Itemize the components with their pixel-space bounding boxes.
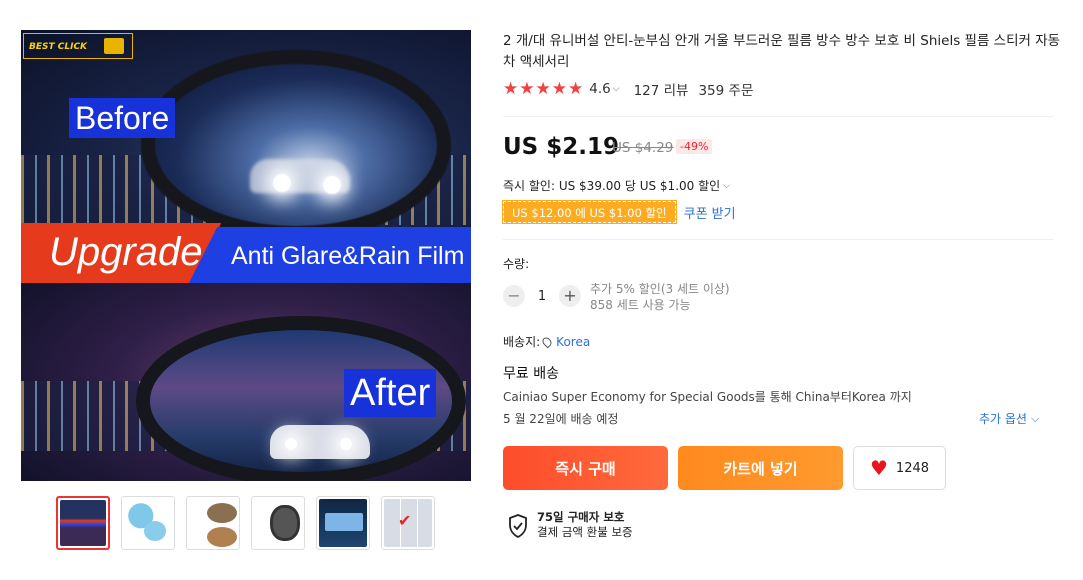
delivery-estimate: 5 월 22일에 배송 예정 [503, 412, 619, 426]
buy-now-button[interactable]: 즉시 구매 [503, 446, 668, 490]
decrease-quantity-button[interactable]: − [503, 285, 525, 307]
star-icon: ★ [535, 79, 551, 99]
quantity-info: 추가 5% 할인(3 세트 이상) 858 세트 사용 가능 [590, 281, 730, 313]
star-icon: ★ [551, 79, 567, 99]
chevron-down-icon: ⌵ [723, 180, 730, 191]
order-count: 359 주문 [698, 83, 754, 99]
rating-stars: ★ ★ ★ ★ ★ [503, 79, 583, 99]
main-product-image[interactable]: BEST CLICK Before Upgrade Anti Glare&Rai… [21, 30, 471, 481]
protection-title: 75일 구매자 보호 [537, 510, 625, 524]
instant-discount[interactable]: 즉시 할인: US $39.00 당 US $1.00 할인 ⌵ [503, 177, 730, 194]
star-icon: ★ [503, 79, 519, 99]
increase-quantity-button[interactable]: + [559, 285, 581, 307]
star-icon: ★ [568, 79, 584, 99]
ship-to-country[interactable]: Korea [540, 335, 590, 349]
coupon-row: US $12.00 에 US $1.00 할인 쿠폰 받기 [502, 200, 736, 224]
location-pin-icon [540, 335, 554, 348]
wishlist-button[interactable]: ♥ 1248 [853, 446, 946, 490]
before-label: Before [69, 98, 176, 138]
wishlist-count: 1248 [895, 460, 930, 476]
discount-badge: -49% [676, 139, 713, 154]
shipping-carrier: Cainiao Super Economy for Special Goods를… [503, 390, 912, 404]
rating-row: ★ ★ ★ ★ ★ 4.6 ⌵ 127 리뷰 359 주문 [503, 79, 753, 99]
ship-to-label: 배송지: [503, 335, 541, 349]
chevron-down-icon: ⌵ [1030, 411, 1040, 425]
rating-value[interactable]: 4.6 [589, 81, 610, 97]
thumbnail-3[interactable] [186, 496, 240, 550]
side-mirror-before [141, 50, 451, 240]
thumbnail-6[interactable]: ✔ [381, 496, 435, 550]
star-icon: ★ [519, 79, 535, 99]
buyer-protection: 75일 구매자 보호 결제 금액 환불 보증 [508, 510, 633, 540]
film-label: Anti Glare&Rain Film [231, 242, 465, 270]
product-title: 2 개/대 유니버설 안티-눈부심 안개 거울 부드러운 필름 방수 방수 보호… [503, 33, 1061, 70]
quantity-stepper: − 1 + [503, 285, 581, 307]
after-label: After [344, 369, 437, 417]
coupon-tag[interactable]: US $12.00 에 US $1.00 할인 [502, 200, 677, 224]
protection-subtitle: 결제 금액 환불 보증 [537, 525, 633, 539]
sale-price: US $2.19 [503, 134, 619, 160]
before-photo [21, 30, 471, 255]
review-count[interactable]: 127 리뷰 [634, 79, 689, 99]
thumbnail-5[interactable] [316, 496, 370, 550]
original-price: US $4.29 [612, 140, 674, 156]
quantity-label: 수량: [503, 257, 530, 271]
thumbnail-strip: ✔ [56, 496, 435, 550]
thumbnail-4[interactable] [251, 496, 305, 550]
divider [503, 239, 1053, 240]
thumbnail-2[interactable] [121, 496, 175, 550]
bulk-discount-text: 추가 5% 할인(3 세트 이상) [590, 282, 730, 296]
more-shipping-options[interactable]: 추가 옵션 ⌵ [979, 410, 1039, 427]
camera-icon [104, 38, 124, 54]
heart-icon: ♥ [869, 456, 888, 480]
chevron-down-icon[interactable]: ⌵ [613, 84, 620, 94]
get-coupon-link[interactable]: 쿠폰 받기 [684, 203, 736, 222]
thumbnail-1[interactable] [56, 496, 110, 550]
available-stock-text: 858 세트 사용 가능 [590, 298, 691, 312]
quantity-value[interactable]: 1 [535, 289, 549, 304]
free-shipping: 무료 배송 [503, 366, 559, 382]
shield-check-icon [509, 514, 527, 538]
best-click-stamp: BEST CLICK [23, 33, 133, 59]
add-to-cart-button[interactable]: 카트에 넣기 [678, 446, 843, 490]
ship-to: 배송지: Korea [503, 333, 590, 350]
divider [503, 116, 1053, 117]
upgrade-label: Upgrade [49, 230, 203, 274]
